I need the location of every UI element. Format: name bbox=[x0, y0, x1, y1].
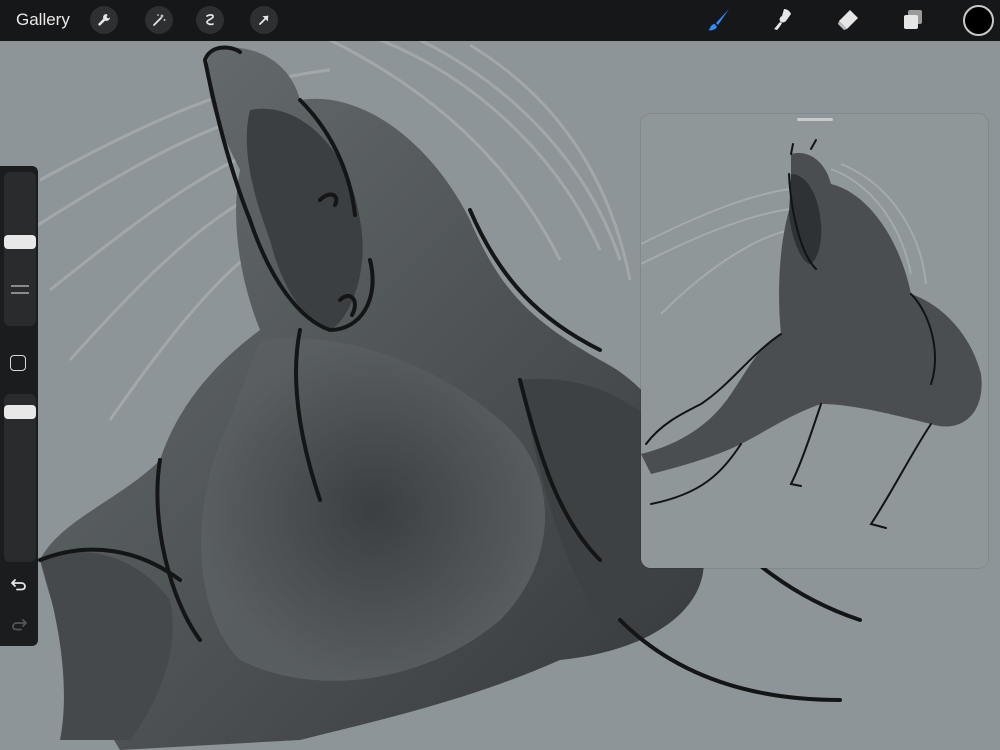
brush-size-slider[interactable] bbox=[4, 172, 36, 326]
selection-icon bbox=[206, 14, 214, 26]
reference-drag-handle[interactable] bbox=[797, 118, 833, 121]
redo-icon bbox=[12, 619, 27, 631]
modifier-button[interactable] bbox=[10, 355, 26, 371]
slider-divider-line bbox=[11, 292, 29, 294]
reference-image bbox=[641, 114, 988, 568]
adjustments-button[interactable] bbox=[145, 6, 173, 34]
top-toolbar: Gallery bbox=[0, 0, 1000, 41]
transform-arrow-icon bbox=[259, 15, 269, 25]
brush-size-thumb[interactable] bbox=[4, 235, 36, 249]
undo-button[interactable] bbox=[9, 574, 29, 594]
transform-button[interactable] bbox=[250, 6, 278, 34]
brush-tool-button[interactable] bbox=[703, 4, 735, 36]
left-sidebar bbox=[0, 166, 38, 646]
magic-wand-icon bbox=[153, 14, 166, 26]
eraser-icon bbox=[838, 10, 858, 30]
color-picker-button[interactable] bbox=[963, 5, 994, 36]
smudge-icon bbox=[774, 9, 791, 30]
brush-icon bbox=[708, 9, 729, 31]
wrench-icon bbox=[98, 14, 110, 26]
undo-icon bbox=[11, 579, 26, 591]
layers-button[interactable] bbox=[897, 4, 929, 36]
reference-window[interactable] bbox=[641, 114, 988, 568]
selection-button[interactable] bbox=[196, 6, 224, 34]
opacity-slider[interactable] bbox=[4, 394, 36, 562]
redo-button[interactable] bbox=[9, 614, 29, 634]
slider-divider-line bbox=[11, 285, 29, 287]
gallery-button[interactable]: Gallery bbox=[16, 9, 70, 31]
smudge-tool-button[interactable] bbox=[767, 4, 799, 36]
eraser-tool-button[interactable] bbox=[832, 4, 864, 36]
actions-button[interactable] bbox=[90, 6, 118, 34]
opacity-thumb[interactable] bbox=[4, 405, 36, 419]
layers-icon bbox=[904, 10, 922, 29]
